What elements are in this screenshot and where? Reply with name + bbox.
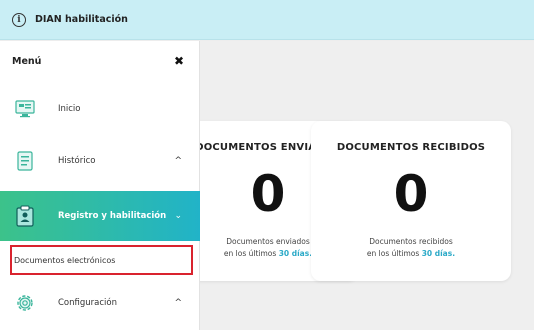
- chevron-up-icon: ^: [174, 298, 182, 308]
- sidebar-item-label: Inicio: [58, 104, 81, 114]
- sidebar-item-label: Registro y habilitación: [58, 211, 167, 221]
- received-card-desc-line1: Documentos recibidos: [369, 237, 453, 246]
- gear-icon: [14, 292, 36, 314]
- sidebar-item-label: Configuración: [58, 298, 117, 308]
- chevron-up-icon: ^: [174, 156, 182, 166]
- sidebar-item-label: Histórico: [58, 156, 96, 166]
- close-icon[interactable]: ✖: [174, 54, 184, 68]
- received-card-desc-line2: en los últimos 30 días.: [311, 248, 511, 260]
- document-list-icon: [14, 150, 36, 172]
- chevron-down-icon: ⌄: [174, 211, 182, 221]
- sent-card-desc-prefix: en los últimos: [223, 249, 279, 258]
- received-documents-card: DOCUMENTOS RECIBIDOS 0 Documentos recibi…: [311, 121, 511, 281]
- received-card-desc-prefix: en los últimos: [366, 249, 422, 258]
- received-card-title: DOCUMENTOS RECIBIDOS: [336, 142, 486, 153]
- banner-text: DIAN habilitación: [35, 14, 128, 25]
- menu-header: Menú ✖: [0, 41, 200, 81]
- sidebar-item-historico[interactable]: Histórico ^: [0, 139, 200, 183]
- received-card-days: 30 días.: [421, 249, 456, 258]
- main-content: DOCUMENTOS ENVIADOS 0 Documentos enviado…: [178, 41, 534, 330]
- sidebar-subitem-documentos-electronicos[interactable]: Documentos electrónicos: [10, 245, 193, 275]
- menu-title: Menú: [12, 55, 42, 67]
- top-banner: i DIAN habilitación: [0, 0, 534, 40]
- info-icon: i: [12, 12, 26, 27]
- home-screen-icon: [14, 98, 36, 120]
- clipboard-person-icon: [14, 205, 36, 227]
- sidebar-menu: Menú ✖ Inicio Histórico ^ Registro y hab…: [0, 41, 200, 330]
- sidebar-item-inicio[interactable]: Inicio: [0, 87, 200, 131]
- sidebar-item-configuracion[interactable]: Configuración ^: [0, 281, 200, 325]
- received-card-desc: Documentos recibidos en los últimos 30 d…: [311, 236, 511, 260]
- sent-card-days: 30 días.: [278, 249, 313, 258]
- subitem-label: Documentos electrónicos: [14, 255, 116, 265]
- sidebar-item-registro[interactable]: Registro y habilitación ⌄: [0, 191, 200, 241]
- received-card-count: 0: [393, 165, 429, 223]
